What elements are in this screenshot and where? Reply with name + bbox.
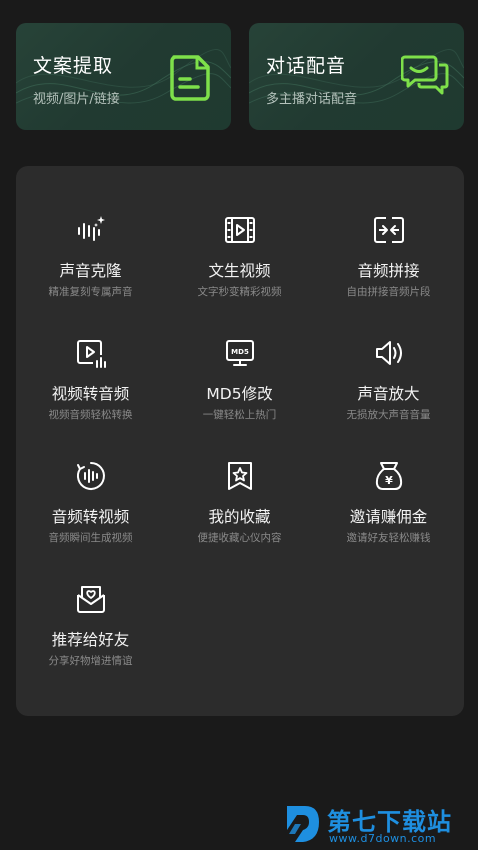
chat-dubbing-icon bbox=[400, 53, 449, 101]
feature-desc: 文字秒变精彩视频 bbox=[197, 286, 282, 298]
merge-arrows-icon bbox=[373, 217, 404, 243]
feature-name: 声音克隆 bbox=[59, 262, 122, 280]
feature-my-favorites[interactable]: 我的收藏 便捷收藏心仪内容 bbox=[165, 460, 314, 570]
feature-name: 文生视频 bbox=[208, 262, 271, 280]
feature-grid-panel: 声音克隆 精准复刻专属声音 文生视频 文字秒变精彩视频 音频拼接 自由拼接音频片… bbox=[16, 166, 464, 716]
money-bag-icon: ¥ bbox=[375, 462, 402, 490]
feature-desc: 无损放大声音音量 bbox=[346, 409, 431, 421]
document-extract-icon bbox=[168, 53, 214, 101]
feature-md5-modify[interactable]: MD5 MD5修改 一键轻松上热门 bbox=[165, 337, 314, 447]
card-title: 对话配音 bbox=[266, 55, 347, 77]
video-to-audio-icon bbox=[76, 340, 106, 368]
feature-audio-merge[interactable]: 音频拼接 自由拼接音频片段 bbox=[314, 214, 463, 324]
md5-icon-text: MD5 bbox=[231, 348, 249, 356]
feature-name: 音频转视频 bbox=[51, 508, 130, 526]
feature-name: 邀请赚佣金 bbox=[349, 508, 428, 526]
audio-to-video-icon bbox=[76, 462, 105, 490]
star-bookmark-icon bbox=[227, 462, 252, 490]
feature-name: MD5修改 bbox=[206, 385, 273, 403]
watermark-url: www.d7down.com bbox=[329, 832, 437, 845]
feature-desc: 视频音频轻松转换 bbox=[48, 409, 133, 421]
feature-recommend-friend[interactable]: 推荐给好友 分享好物增进情谊 bbox=[16, 583, 165, 693]
feature-name: 我的收藏 bbox=[208, 508, 271, 526]
feature-audio-to-video[interactable]: 音频转视频 音频瞬间生成视频 bbox=[16, 460, 165, 570]
card-subtitle: 多主播对话配音 bbox=[266, 92, 358, 107]
feature-name: 推荐给好友 bbox=[51, 631, 130, 649]
feature-desc: 便捷收藏心仪内容 bbox=[197, 532, 282, 544]
feature-desc: 一键轻松上热门 bbox=[202, 409, 277, 421]
feature-desc: 音频瞬间生成视频 bbox=[48, 532, 133, 544]
text-extract-card[interactable]: 文案提取 视频/图片/链接 bbox=[16, 23, 231, 130]
heart-mail-icon bbox=[76, 586, 105, 613]
feature-desc: 分享好物增进情谊 bbox=[48, 655, 133, 667]
yuan-symbol: ¥ bbox=[385, 474, 393, 487]
feature-volume-boost[interactable]: 声音放大 无损放大声音音量 bbox=[314, 337, 463, 447]
feature-video-to-audio[interactable]: 视频转音频 视频音频轻松转换 bbox=[16, 337, 165, 447]
feature-name: 音频拼接 bbox=[357, 262, 420, 280]
card-subtitle: 视频/图片/链接 bbox=[33, 92, 120, 107]
feature-name: 声音放大 bbox=[357, 385, 420, 403]
feature-desc: 邀请好友轻松赚钱 bbox=[346, 532, 431, 544]
voice-clone-icon bbox=[77, 216, 105, 241]
site-watermark: 第七下载站 www.d7down.com bbox=[283, 800, 473, 848]
speaker-icon bbox=[375, 341, 402, 365]
d7-logo-icon bbox=[287, 806, 319, 842]
film-strip-icon bbox=[224, 217, 255, 243]
card-title: 文案提取 bbox=[33, 55, 114, 77]
dialogue-dubbing-card[interactable]: 对话配音 多主播对话配音 bbox=[249, 23, 464, 130]
feature-desc: 精准复刻专属声音 bbox=[48, 286, 133, 298]
app-page: 文案提取 视频/图片/链接 对话配音 多主播对话配音 声音克隆 精准复刻专属声音… bbox=[0, 0, 478, 850]
feature-desc: 自由拼接音频片段 bbox=[346, 286, 431, 298]
feature-invite-commission[interactable]: ¥ 邀请赚佣金 邀请好友轻松赚钱 bbox=[314, 460, 463, 570]
feature-voice-clone[interactable]: 声音克隆 精准复刻专属声音 bbox=[16, 214, 165, 324]
feature-name: 视频转音频 bbox=[51, 385, 130, 403]
feature-text-to-video[interactable]: 文生视频 文字秒变精彩视频 bbox=[165, 214, 314, 324]
md5-monitor-icon: MD5 bbox=[225, 340, 254, 366]
